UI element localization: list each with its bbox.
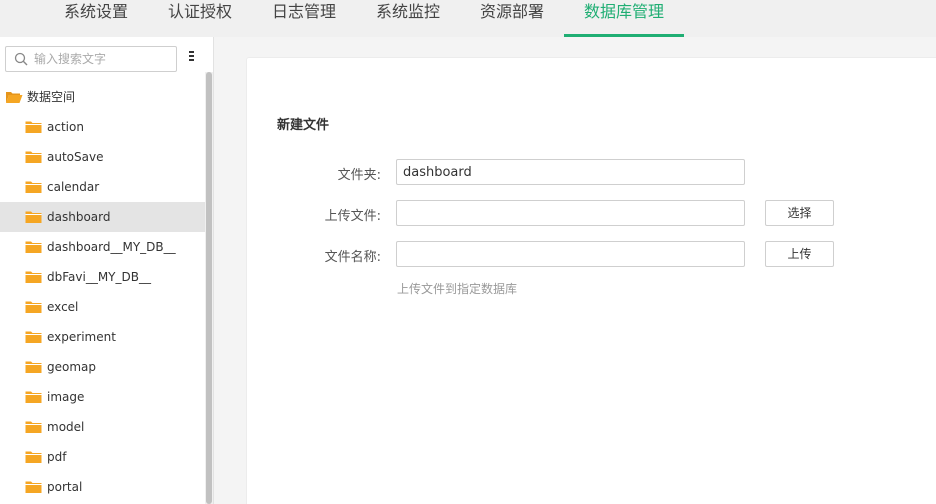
tree-item[interactable]: action: [0, 112, 205, 142]
tree-item[interactable]: excel: [0, 292, 205, 322]
tree-item[interactable]: dashboard: [0, 202, 205, 232]
tree-item-label: model: [47, 420, 85, 434]
folder-icon: [25, 211, 42, 223]
tree-item-label: geomap: [47, 360, 97, 374]
tree-item-label: excel: [47, 300, 79, 314]
folder-icon: [25, 421, 42, 433]
tree-item-label: experiment: [47, 330, 116, 344]
folder-tree: 数据空间 action autoSave calendar dashboard dash…: [0, 82, 205, 502]
select-button[interactable]: 选择: [765, 200, 834, 226]
folder-icon: [25, 181, 42, 193]
tree-item[interactable]: calendar: [0, 172, 205, 202]
tab-database-management[interactable]: 数据库管理: [564, 0, 684, 37]
tree-item-label: dashboard: [47, 210, 111, 224]
folder-icon: [25, 241, 42, 253]
upload-button[interactable]: 上传: [765, 241, 834, 267]
folder-icon: [25, 271, 42, 283]
sidebar-scrollbar[interactable]: [205, 72, 213, 504]
tree-item[interactable]: experiment: [0, 322, 205, 352]
tree-item[interactable]: model: [0, 412, 205, 442]
search-box: [5, 46, 177, 72]
folder-icon: [25, 451, 42, 463]
tree-item[interactable]: pdf: [0, 442, 205, 472]
upload-hint: 上传文件到指定数据库: [397, 282, 518, 296]
folder-icon: [25, 361, 42, 373]
tab-monitoring[interactable]: 系统监控: [376, 0, 440, 37]
scrollbar-thumb[interactable]: [206, 72, 212, 504]
tree-item[interactable]: portal: [0, 472, 205, 502]
folder-icon: [25, 121, 42, 133]
upload-file-input[interactable]: [396, 200, 745, 226]
tree-item-label: dbFavi__MY_DB__: [47, 270, 151, 284]
tab-auth[interactable]: 认证授权: [168, 0, 232, 37]
sidebar-menu-icon[interactable]: [186, 51, 196, 67]
tree-item-label: action: [47, 120, 84, 134]
tree-root-data-space[interactable]: 数据空间: [0, 82, 205, 112]
tree-item-label: autoSave: [47, 150, 104, 164]
sidebar: 数据空间 action autoSave calendar dashboard dash…: [0, 37, 214, 504]
tree-root-label: 数据空间: [27, 90, 76, 104]
tree-item[interactable]: autoSave: [0, 142, 205, 172]
tree-item-label: image: [47, 390, 85, 404]
tree-item-label: calendar: [47, 180, 100, 194]
tab-resource-deploy[interactable]: 资源部署: [480, 0, 544, 37]
folder-label: 文件夹:: [337, 168, 381, 183]
upload-file-label: 上传文件:: [324, 209, 381, 224]
tree-item[interactable]: geomap: [0, 352, 205, 382]
tree-item-label: dashboard__MY_DB__: [47, 240, 176, 254]
tree-item-label: pdf: [47, 450, 67, 464]
tab-system-settings[interactable]: 系统设置: [64, 0, 128, 37]
search-input[interactable]: [34, 50, 172, 68]
tree-item-label: portal: [47, 480, 83, 494]
folder-open-icon: [6, 92, 23, 103]
folder-icon: [25, 391, 42, 403]
folder-icon: [25, 331, 42, 343]
tab-logs[interactable]: 日志管理: [272, 0, 336, 37]
filename-label: 文件名称:: [324, 250, 381, 265]
tree-item[interactable]: dashboard__MY_DB__: [0, 232, 205, 262]
tree-item[interactable]: image: [0, 382, 205, 412]
folder-icon: [25, 151, 42, 163]
top-navigation: 系统设置 认证授权 日志管理 系统监控 资源部署 数据库管理: [0, 0, 936, 37]
tree-item[interactable]: dbFavi__MY_DB__: [0, 262, 205, 292]
search-icon: [14, 52, 28, 66]
filename-input[interactable]: [396, 241, 745, 267]
folder-icon: [25, 481, 42, 493]
folder-icon: [25, 301, 42, 313]
panel-title: 新建文件: [277, 118, 330, 133]
new-file-panel: 新建文件 文件夹: 上传文件: 选择 文件名称: 上传 上传文件到指定数据库: [246, 57, 936, 504]
folder-input[interactable]: [396, 159, 745, 185]
